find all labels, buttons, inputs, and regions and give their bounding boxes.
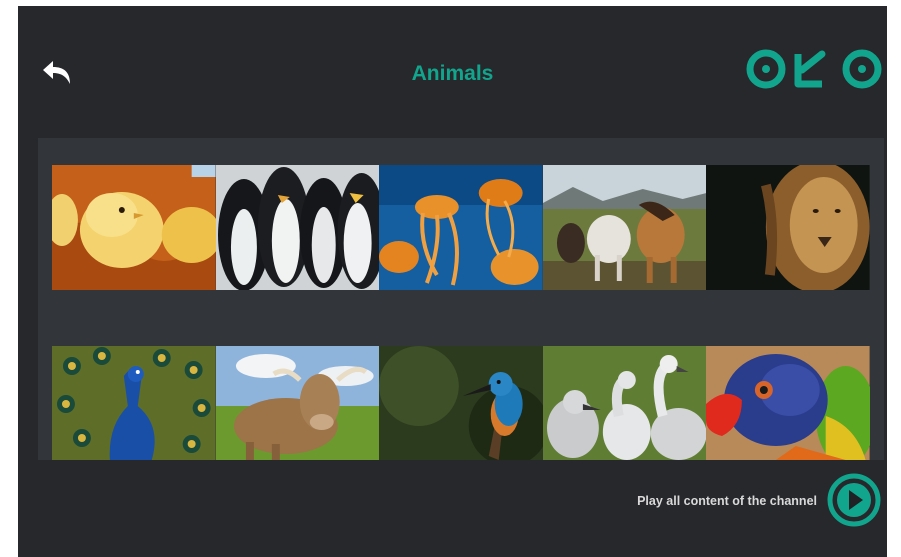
tile-penguins[interactable] [215, 165, 380, 290]
tile-cygnets[interactable] [542, 346, 707, 460]
content-grid [38, 138, 884, 460]
oko-logo [744, 48, 886, 90]
app-screen: Animals Play all content of the channel [18, 6, 887, 557]
penguins-image [215, 165, 380, 290]
tile-lion[interactable] [706, 165, 870, 290]
tile-chicks[interactable] [52, 165, 216, 290]
grid-row [52, 165, 870, 290]
tile-kingfisher[interactable] [379, 346, 543, 460]
chicks-image [52, 165, 216, 290]
peacock-image [52, 346, 216, 460]
tile-horses[interactable] [542, 165, 707, 290]
tile-jellyfish[interactable] [379, 165, 543, 290]
play-all-label: Play all content of the channel [637, 494, 817, 508]
play-all-button[interactable] [826, 472, 882, 528]
jellyfish-image [379, 165, 543, 290]
kingfisher-image [379, 346, 543, 460]
play-circle-icon [827, 473, 881, 527]
horses-image [542, 165, 707, 290]
cygnets-image [542, 346, 707, 460]
tile-parrot[interactable] [706, 346, 870, 460]
parrot-image [706, 346, 870, 460]
grid-row [52, 346, 870, 460]
lion-image [706, 165, 870, 290]
cow-image [215, 346, 380, 460]
tile-peacock[interactable] [52, 346, 216, 460]
tile-cow[interactable] [215, 346, 380, 460]
